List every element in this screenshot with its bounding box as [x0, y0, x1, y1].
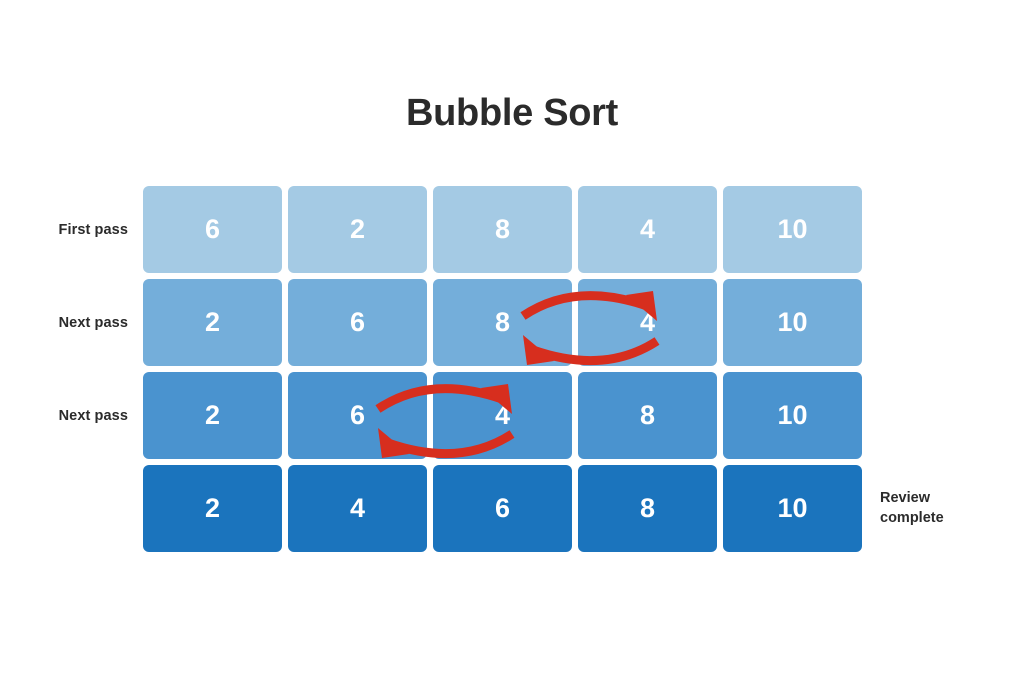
pass-row-2: Next pass 2 6 8 4 10: [0, 279, 1024, 366]
review-complete-line-2: complete: [880, 509, 944, 526]
row-label-next-pass-1: Next pass: [58, 314, 128, 331]
row-label-first-pass: First pass: [58, 221, 128, 238]
pass-row-3: Next pass 2 6 4 8 10: [0, 372, 1024, 459]
row-1-cells: 6 2 8 4 10: [143, 186, 862, 273]
cell-r1-c4[interactable]: 4: [578, 186, 717, 273]
cell-r2-c5[interactable]: 10: [723, 279, 862, 366]
cell-r3-c5[interactable]: 10: [723, 372, 862, 459]
review-complete-line-1: Review: [880, 489, 930, 506]
cell-r1-c5[interactable]: 10: [723, 186, 862, 273]
cell-r1-c2[interactable]: 2: [288, 186, 427, 273]
page-title: Bubble Sort: [405, 92, 619, 134]
cell-r2-c1[interactable]: 2: [143, 279, 282, 366]
row-2-cells: 2 6 8 4 10: [143, 279, 862, 366]
row-label-next-pass-2: Next pass: [58, 407, 128, 424]
cell-r2-c2[interactable]: 6: [288, 279, 427, 366]
review-complete-label: Review complete: [880, 465, 1010, 552]
cell-r3-c3[interactable]: 4: [433, 372, 572, 459]
cell-r1-c1[interactable]: 6: [143, 186, 282, 273]
row-4-cells: 2 4 6 8 10: [143, 465, 862, 552]
cell-r3-c2[interactable]: 6: [288, 372, 427, 459]
cell-r4-c1[interactable]: 2: [143, 465, 282, 552]
cell-r4-c5[interactable]: 10: [723, 465, 862, 552]
pass-row-1: First pass 6 2 8 4 10: [0, 186, 1024, 273]
pass-row-4: 2 4 6 8 10 Review complete: [0, 465, 1024, 552]
row-3-cells: 2 6 4 8 10: [143, 372, 862, 459]
cell-r4-c2[interactable]: 4: [288, 465, 427, 552]
cell-r2-c4[interactable]: 4: [578, 279, 717, 366]
cell-r1-c3[interactable]: 8: [433, 186, 572, 273]
cell-r4-c4[interactable]: 8: [578, 465, 717, 552]
cell-r2-c3[interactable]: 8: [433, 279, 572, 366]
cell-r3-c4[interactable]: 8: [578, 372, 717, 459]
cell-r3-c1[interactable]: 2: [143, 372, 282, 459]
cell-r4-c3[interactable]: 6: [433, 465, 572, 552]
